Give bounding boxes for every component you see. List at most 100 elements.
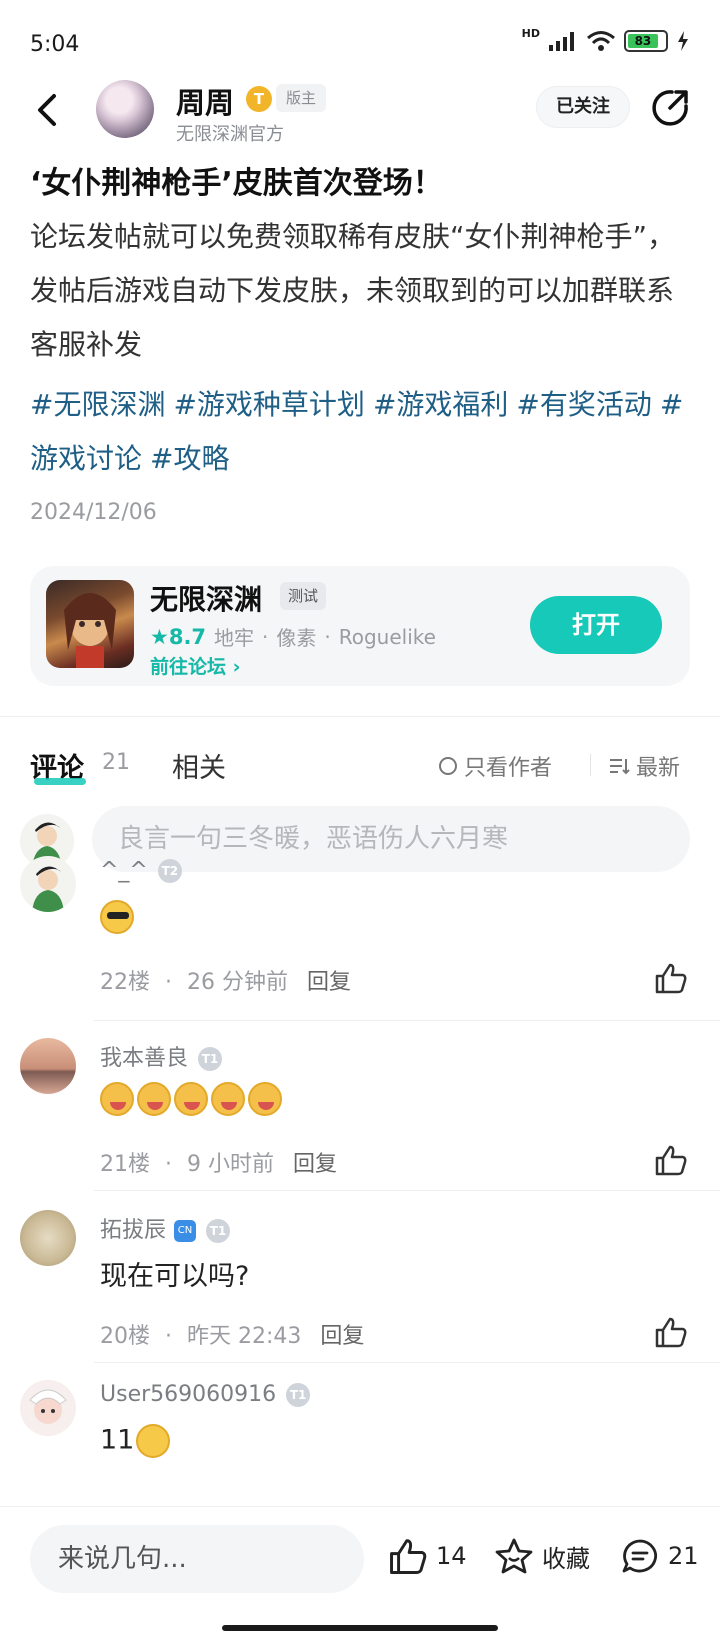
game-forum-link[interactable]: 前往论坛 › <box>150 652 240 679</box>
battery-level: 83 <box>628 34 658 48</box>
open-game-button[interactable]: 打开 <box>530 596 662 654</box>
game-genre: 像素 <box>276 626 317 650</box>
tag-link[interactable]: #游戏福利 <box>373 388 508 421</box>
author-subtitle: 无限深渊官方 <box>176 124 284 145</box>
battery-icon: 83 <box>624 30 668 52</box>
comment-tabs: 评论 21 相关 只看作者 最新 <box>0 740 720 796</box>
reply-button[interactable]: 回复 <box>320 1324 364 1349</box>
meta-dot: · <box>165 1324 172 1349</box>
like-button[interactable]: 14 <box>388 1537 467 1575</box>
circle-icon <box>439 757 457 775</box>
commenter-name[interactable]: 拓拔辰 CN T1 <box>100 1212 231 1244</box>
wifi-icon <box>587 31 615 51</box>
game-genre: Roguelike <box>338 624 436 649</box>
game-meta: ★8.7 地牢 · 像素 · Roguelike <box>150 622 436 651</box>
meta-dot: · <box>165 1152 172 1177</box>
commenter-avatar[interactable] <box>20 1210 76 1266</box>
section-divider <box>0 716 720 717</box>
commenter-name[interactable]: User569060916 T1 <box>100 1382 311 1407</box>
tag-link[interactable]: #有奖活动 <box>516 388 651 421</box>
author-level-badge: T <box>246 86 272 112</box>
reply-button[interactable]: 回复 <box>307 970 351 995</box>
comment-meta: 21楼 · 9 小时前 回复 <box>100 1146 337 1178</box>
comment-meta: 20楼 · 昨天 22:43 回复 <box>100 1318 364 1350</box>
tab-related[interactable]: 相关 <box>172 746 226 785</box>
comment-time: 26 分钟前 <box>187 970 288 995</box>
genre-separator: · <box>262 624 269 649</box>
game-card[interactable]: 无限深渊 测试 ★8.7 地牢 · 像素 · Roguelike 前往论坛 › … <box>30 566 690 686</box>
thumbs-up-icon <box>390 1539 427 1574</box>
author-avatar[interactable] <box>96 80 154 138</box>
author-only-toggle[interactable]: 只看作者 <box>438 750 552 782</box>
signal-icon <box>549 32 574 51</box>
comment-divider <box>94 1190 720 1191</box>
thumbs-up-icon[interactable] <box>654 1316 688 1348</box>
avatar-art <box>29 1389 67 1424</box>
commenter-name[interactable]: ^_^ T2 <box>100 858 182 883</box>
genre-separator: · <box>324 624 331 649</box>
share-icon[interactable] <box>650 88 690 128</box>
comment-bubble-icon <box>622 1539 657 1573</box>
comment-content: 11 <box>100 1424 173 1458</box>
tag-link[interactable]: #游戏种草计划 <box>173 388 364 421</box>
crying-emoji-icon <box>174 1082 208 1116</box>
thumbs-up-icon[interactable] <box>654 1144 688 1176</box>
tag-link[interactable]: #无限深渊 <box>30 388 165 421</box>
commenter-name-text: 我本善良 <box>100 1046 189 1071</box>
charging-icon <box>678 31 688 51</box>
comment-content: 现在可以吗? <box>100 1261 250 1292</box>
medal-badge: CN <box>174 1220 197 1242</box>
commenter-name[interactable]: 我本善良 T1 <box>100 1040 223 1072</box>
avatar-art <box>32 866 64 912</box>
commenter-name-text: User569060916 <box>100 1382 277 1407</box>
game-rating: ★8.7 <box>150 624 207 649</box>
favorite-label: 收藏 <box>542 1544 590 1573</box>
sort-icon <box>610 759 630 775</box>
favorite-button[interactable]: 收藏 <box>494 1537 590 1575</box>
tag-link[interactable]: #攻略 <box>150 442 229 475</box>
user-level-badge: T1 <box>206 1219 231 1243</box>
bottom-comment-input[interactable]: 来说几句... <box>30 1525 364 1593</box>
author-only-label: 只看作者 <box>464 756 553 781</box>
crying-emoji-icon <box>248 1082 282 1116</box>
game-name: 无限深渊 <box>150 583 263 616</box>
comment-button[interactable]: 21 <box>620 1537 699 1575</box>
crying-emoji-icon <box>211 1082 245 1116</box>
moderator-tag: 版主 <box>276 84 327 112</box>
comment-time: 9 小时前 <box>187 1152 274 1177</box>
author-name[interactable]: 周周 <box>176 80 234 122</box>
comment-floor: 22楼 <box>100 970 150 995</box>
commenter-avatar[interactable] <box>20 1380 76 1436</box>
status-icons: HD 83 <box>521 26 690 52</box>
post-header: 周周 T 版主 无限深渊官方 已关注 <box>0 76 720 148</box>
like-count: 14 <box>436 1542 467 1570</box>
commenter-avatar[interactable] <box>20 1038 76 1094</box>
star-icon <box>495 1538 533 1574</box>
cool-emoji-icon <box>100 900 134 934</box>
sort-label: 最新 <box>636 756 681 781</box>
post-body: 论坛发帖就可以免费领取稀有皮肤“女仆荆神枪手”，发帖后游戏自动下发皮肤，未领取到… <box>30 220 676 361</box>
commenter-name-text: ^_^ <box>100 858 148 883</box>
game-icon <box>46 580 134 668</box>
filter-separator <box>590 754 591 776</box>
back-arrow-icon[interactable] <box>28 88 68 132</box>
comment-floor: 20楼 <box>100 1324 150 1349</box>
hd-label: HD <box>521 26 540 40</box>
commenter-avatar[interactable] <box>20 856 76 912</box>
comment-content <box>100 900 137 934</box>
reply-button[interactable]: 回复 <box>293 1152 337 1177</box>
follow-button[interactable]: 已关注 <box>536 86 630 128</box>
user-level-badge: T1 <box>198 1047 223 1071</box>
thumbs-up-icon[interactable] <box>654 962 688 994</box>
comment-count: 21 <box>668 1542 699 1570</box>
game-genre: 地牢 <box>214 626 255 650</box>
comment-text: 11 <box>100 1424 135 1456</box>
sort-toggle[interactable]: 最新 <box>608 750 680 782</box>
crying-emoji-icon <box>100 1082 134 1116</box>
status-time: 5:04 <box>30 32 80 57</box>
comment-divider <box>94 1362 720 1363</box>
comment-content <box>100 1082 285 1116</box>
heart-eyes-emoji-icon <box>136 1424 171 1458</box>
user-level-badge: T2 <box>157 859 182 883</box>
post-title: ‘女仆荆神枪手’皮肤首次登场！ <box>30 166 443 201</box>
